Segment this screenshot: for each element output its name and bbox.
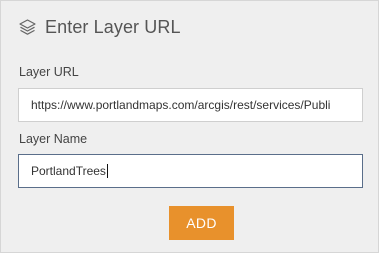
add-layer-panel: Enter Layer URL Layer URL https://www.po… — [0, 0, 379, 253]
panel-title: Enter Layer URL — [45, 17, 181, 37]
panel-header: Enter Layer URL — [18, 17, 181, 38]
layer-name-label: Layer Name — [19, 132, 88, 146]
layer-url-input[interactable]: https://www.portlandmaps.com/arcgis/rest… — [18, 88, 363, 122]
layer-url-value: https://www.portlandmaps.com/arcgis/rest… — [31, 98, 331, 112]
add-button[interactable]: ADD — [169, 206, 234, 240]
layer-url-label: Layer URL — [19, 65, 79, 79]
layer-name-value: PortlandTrees — [31, 164, 106, 178]
layer-name-input[interactable]: PortlandTrees — [18, 154, 363, 188]
text-caret — [106, 164, 108, 178]
layers-icon — [18, 18, 37, 37]
